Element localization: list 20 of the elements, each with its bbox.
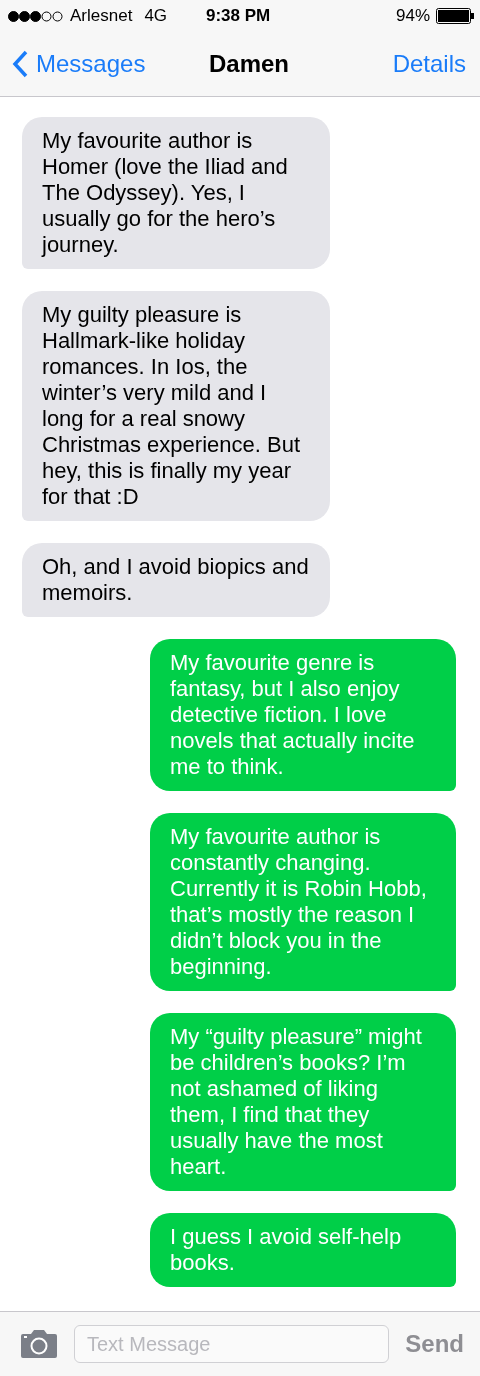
back-button[interactable]: Messages [12, 50, 146, 78]
send-button[interactable]: Send [405, 1330, 464, 1358]
received-message-bubble: My guilty pleasure is Hallmark-like holiday romances. In Ios, the winter’s very mild and I long for a real snowy Christmas experience. But hey, this is finally my year for that :D [22, 291, 330, 521]
received-message-bubble: Oh, and I avoid biopics and memoirs. [22, 543, 330, 617]
sent-message-bubble: My “guilty pleasure” might be children’s books? I’m not ashamed of liking them, I find that they usually have the most heart. [150, 1013, 456, 1191]
signal-icon [8, 10, 64, 22]
status-time: 9:38 PM [206, 6, 271, 26]
sent-message-bubble: My favourite genre is fantasy, but I also enjoy detective fiction. I love novels that actually incite me to think. [150, 639, 456, 791]
sent-message-bubble: I guess I avoid self-help books. [150, 1213, 456, 1287]
received-message-bubble: My favourite author is Homer (love the Iliad and The Odyssey). Yes, I usually go for the hero’s journey. [22, 117, 330, 269]
contact-name: Damen [208, 50, 291, 78]
chevron-left-icon [12, 50, 28, 78]
camera-icon[interactable] [20, 1329, 58, 1359]
carrier-name: Arlesnet [70, 6, 133, 26]
network-type: 4G [144, 6, 168, 26]
details-link[interactable]: Details [392, 50, 466, 78]
battery-icon [436, 8, 474, 24]
battery-percent: 94% [395, 6, 430, 26]
sent-message-bubble: My favourite author is constantly changing. Currently it is Robin Hobb, that’s mostly the reason I didn’t block you in the beginning. [150, 813, 456, 991]
message-input-field[interactable]: Text Message [74, 1325, 390, 1363]
